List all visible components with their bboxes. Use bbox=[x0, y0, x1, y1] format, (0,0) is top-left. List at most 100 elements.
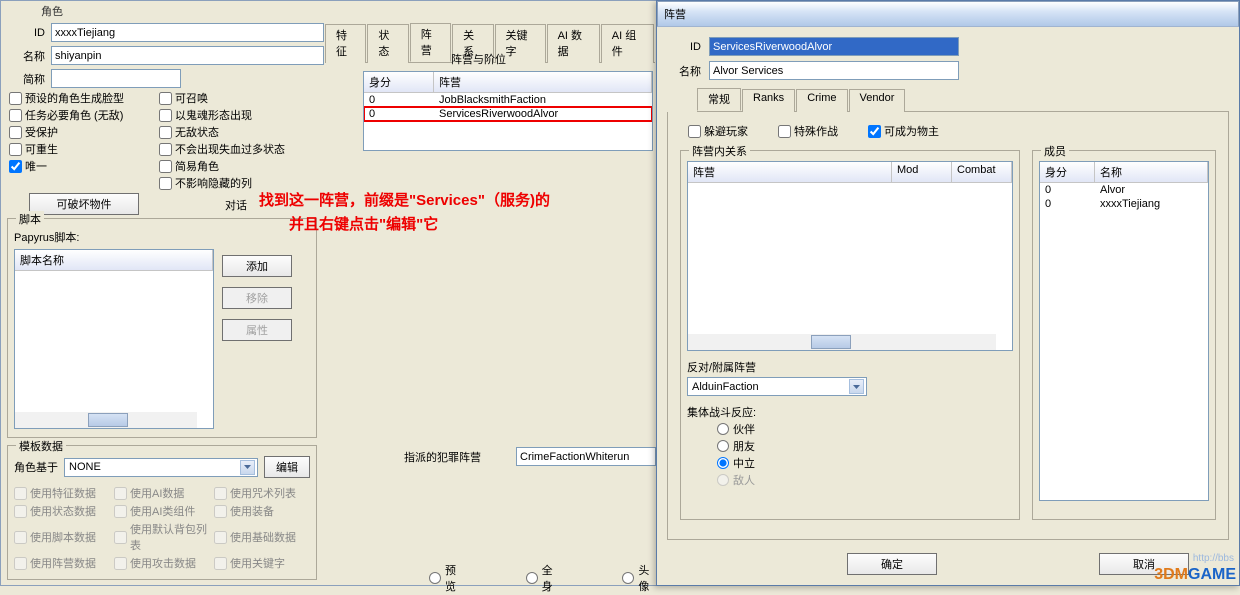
templates-legend: 模板数据 bbox=[16, 438, 66, 454]
template-check[interactable]: 使用特征数据 bbox=[14, 485, 110, 501]
based-on-dropdown[interactable]: NONE bbox=[64, 458, 258, 477]
name-input[interactable] bbox=[51, 46, 324, 65]
label-name: 名称 bbox=[11, 48, 45, 64]
reaction-radio[interactable]: 朋友 bbox=[717, 438, 1013, 454]
label-nick: 简称 bbox=[11, 71, 45, 87]
tab-Ranks[interactable]: Ranks bbox=[742, 89, 795, 112]
faction-row[interactable]: 0JobBlacksmithFaction bbox=[364, 93, 652, 107]
tutorial-annotation: 找到这一阵营，前缀是"Services"（服务)的 并且右键点击"编辑"它 bbox=[259, 189, 659, 237]
tab-Vendor[interactable]: Vendor bbox=[849, 89, 906, 112]
body-tab[interactable]: 全身 bbox=[526, 562, 563, 594]
r-label-name: 名称 bbox=[667, 63, 701, 79]
reaction-radio[interactable]: 中立 bbox=[717, 455, 1013, 471]
tab-AI 数据[interactable]: AI 数据 bbox=[547, 24, 600, 63]
rel-col-mod: Mod bbox=[892, 162, 952, 182]
preview-tab[interactable]: 预览 bbox=[429, 562, 466, 594]
template-check[interactable]: 使用AI数据 bbox=[114, 485, 210, 501]
flag-check[interactable]: 可重生 bbox=[9, 141, 159, 157]
flag-check[interactable]: 可召唤 bbox=[159, 90, 319, 106]
rel-col-faction: 阵营 bbox=[688, 162, 892, 182]
reaction-radio: 敌人 bbox=[717, 472, 1013, 488]
scripts-group-legend: 脚本 bbox=[16, 211, 44, 227]
scripts-list[interactable]: 脚本名称 bbox=[14, 249, 214, 429]
script-remove-button[interactable]: 移除 bbox=[222, 287, 292, 309]
chevron-down-icon bbox=[849, 379, 864, 394]
tab-Crime[interactable]: Crime bbox=[796, 89, 847, 112]
check-can-be-owner[interactable]: 可成为物主 bbox=[868, 123, 939, 139]
actor-title-fragment: 角色 bbox=[41, 3, 63, 19]
flag-check[interactable]: 任务必要角色 (无敌) bbox=[9, 107, 159, 123]
mem-col-name: 名称 bbox=[1095, 162, 1208, 182]
template-check[interactable]: 使用默认背包列表 bbox=[114, 521, 210, 553]
based-on-label: 角色基于 bbox=[14, 459, 58, 475]
scripts-col-name: 脚本名称 bbox=[15, 250, 213, 270]
crime-faction-field[interactable] bbox=[516, 447, 656, 466]
dialog-label: 对话 bbox=[225, 197, 247, 213]
tab-阵营[interactable]: 阵营 bbox=[410, 23, 451, 62]
r-id-input[interactable] bbox=[709, 37, 959, 56]
tab-状态[interactable]: 状态 bbox=[367, 24, 408, 63]
faction-list[interactable]: 身分 阵营 0JobBlacksmithFaction0ServicesRive… bbox=[363, 71, 653, 151]
members-legend: 成员 bbox=[1041, 143, 1069, 159]
scrollbar[interactable] bbox=[15, 412, 197, 428]
script-props-button[interactable]: 属性 bbox=[222, 319, 292, 341]
group-reaction-label: 集体战斗反应: bbox=[687, 404, 756, 420]
template-check[interactable]: 使用脚本数据 bbox=[14, 521, 110, 553]
flags-col2: 可召唤以鬼魂形态出现无敌状态不会出现失血过多状态简易角色不影响隐藏的列 bbox=[159, 89, 319, 192]
flag-check[interactable]: 不会出现失血过多状态 bbox=[159, 141, 319, 157]
opposite-dropdown-value: AlduinFaction bbox=[692, 381, 759, 393]
check-hide-player[interactable]: 躲避玩家 bbox=[688, 123, 748, 139]
nick-input[interactable] bbox=[51, 69, 181, 88]
faction-dialog-title: 阵营 bbox=[664, 6, 686, 22]
faction-dialog-titlebar[interactable]: 阵营 bbox=[657, 1, 1239, 27]
papyrus-label: Papyrus脚本: bbox=[14, 229, 79, 245]
scrollbar[interactable] bbox=[688, 334, 996, 350]
flag-check[interactable]: 唯一 bbox=[9, 158, 159, 174]
template-check[interactable]: 使用AI类组件 bbox=[114, 503, 210, 519]
check-special[interactable]: 特殊作战 bbox=[778, 123, 838, 139]
members-list[interactable]: 身分 名称 0Alvor0xxxxTiejiang bbox=[1039, 161, 1209, 501]
tab-特征[interactable]: 特征 bbox=[325, 24, 366, 63]
script-add-button[interactable]: 添加 bbox=[222, 255, 292, 277]
flag-check[interactable]: 预设的角色生成脸型 bbox=[9, 90, 159, 106]
template-check[interactable]: 使用攻击数据 bbox=[114, 555, 210, 571]
based-on-value: NONE bbox=[69, 461, 101, 473]
faction-row[interactable]: 0ServicesRiverwoodAlvor bbox=[364, 107, 652, 121]
flag-check[interactable]: 简易角色 bbox=[159, 158, 319, 174]
col-rank: 身分 bbox=[364, 72, 434, 92]
crime-label: 指派的犯罪阵营 bbox=[404, 449, 481, 465]
flag-check[interactable]: 以鬼魂形态出现 bbox=[159, 107, 319, 123]
ok-button[interactable]: 确定 bbox=[847, 553, 937, 575]
faction-dialog: 阵营 ID 名称 常规RanksCrimeVendor 躲避玩家 特殊作战 可成… bbox=[656, 0, 1240, 586]
col-faction: 阵营 bbox=[434, 72, 652, 92]
tab-AI 组件[interactable]: AI 组件 bbox=[601, 24, 654, 63]
actor-window: 角色 ID 名称 简称 预设的角色生成脸型任务必要角色 (无敌)受保护可重生唯一… bbox=[0, 0, 660, 586]
based-on-edit-button[interactable]: 编辑 bbox=[264, 456, 310, 478]
template-check[interactable]: 使用阵营数据 bbox=[14, 555, 110, 571]
reaction-radio[interactable]: 伙伴 bbox=[717, 421, 1013, 437]
flag-check[interactable]: 无敌状态 bbox=[159, 124, 319, 140]
member-row[interactable]: 0Alvor bbox=[1040, 183, 1208, 197]
template-check[interactable]: 使用装备 bbox=[214, 503, 310, 519]
id-input[interactable] bbox=[51, 23, 324, 42]
r-name-input[interactable] bbox=[709, 61, 959, 80]
flag-check[interactable]: 受保护 bbox=[9, 124, 159, 140]
template-check[interactable]: 使用基础数据 bbox=[214, 521, 310, 553]
opposite-dropdown[interactable]: AlduinFaction bbox=[687, 377, 867, 396]
relations-legend: 阵营内关系 bbox=[689, 143, 750, 159]
r-label-id: ID bbox=[667, 41, 701, 53]
relations-list[interactable]: 阵营 Mod Combat bbox=[687, 161, 1013, 351]
head-tab[interactable]: 头像 bbox=[622, 562, 659, 594]
rel-col-combat: Combat bbox=[952, 162, 1012, 182]
template-check[interactable]: 使用关键字 bbox=[214, 555, 310, 571]
template-check[interactable]: 使用状态数据 bbox=[14, 503, 110, 519]
faction-header: 阵营与阶位 bbox=[451, 51, 506, 67]
template-check[interactable]: 使用咒术列表 bbox=[214, 485, 310, 501]
faction-tabs: 常规RanksCrimeVendor bbox=[697, 88, 1229, 112]
tab-常规[interactable]: 常规 bbox=[697, 88, 741, 111]
flags-col1: 预设的角色生成脸型任务必要角色 (无敌)受保护可重生唯一 bbox=[9, 89, 159, 192]
member-row[interactable]: 0xxxxTiejiang bbox=[1040, 197, 1208, 211]
destructible-button[interactable]: 可破坏物件 bbox=[29, 193, 139, 215]
chevron-down-icon bbox=[240, 460, 255, 475]
mem-col-rank: 身分 bbox=[1040, 162, 1095, 182]
